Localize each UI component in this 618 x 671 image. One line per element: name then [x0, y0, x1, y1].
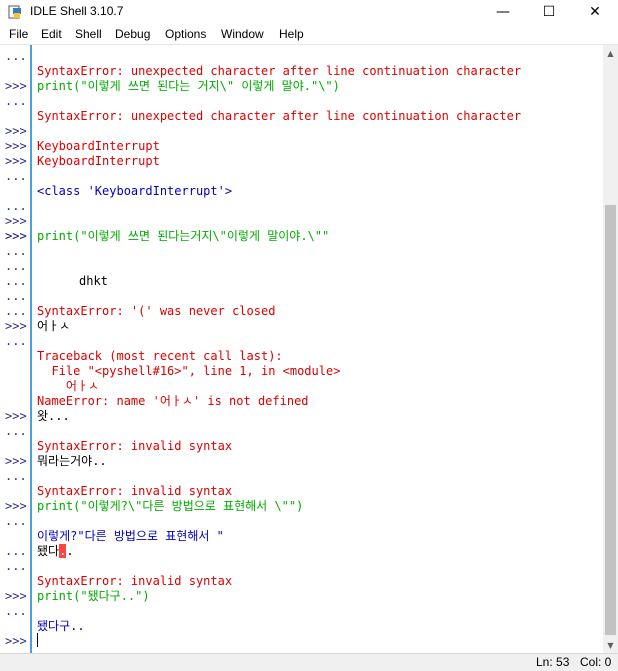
close-icon: ✕: [589, 4, 601, 20]
error-line: SyntaxError: unexpected character after …: [37, 109, 522, 123]
minimize-icon: —: [496, 4, 510, 20]
shell-prompt: >>>: [5, 499, 27, 513]
column-number: Col: 0: [580, 655, 612, 669]
shell-prompt: >>>: [5, 589, 27, 603]
error-line: KeyboardInterrupt: [37, 154, 160, 168]
continuation-prompt: ...: [5, 334, 27, 348]
continuation-prompt: ...: [5, 49, 27, 63]
continuation-prompt: ...: [5, 289, 27, 303]
shell-prompt: >>>: [5, 124, 27, 138]
menu-file[interactable]: File: [9, 27, 28, 41]
continuation-prompt: ...: [5, 559, 27, 573]
output-line: <class 'KeyboardInterrupt'>: [37, 184, 233, 198]
error-line: KeyboardInterrupt: [37, 139, 160, 153]
status-bar: Ln: 53 Col: 0: [0, 653, 618, 671]
menu-edit[interactable]: Edit: [41, 27, 62, 41]
maximize-icon: ☐: [542, 4, 556, 20]
shell-prompt: >>>: [5, 634, 27, 648]
input-line: dhkt: [79, 274, 108, 288]
continuation-prompt: ...: [5, 514, 27, 528]
continuation-prompt: ...: [5, 544, 27, 558]
input-text: .: [66, 544, 74, 558]
traceback-line: Traceback (most recent call last):: [37, 349, 283, 363]
continuation-prompt: ...: [5, 604, 27, 618]
shell-prompt: >>>: [5, 454, 27, 468]
scroll-down-arrow-icon[interactable]: ▼: [603, 637, 618, 653]
shell-prompt: >>>: [5, 139, 27, 153]
text-caret: [37, 633, 38, 647]
continuation-prompt: ...: [5, 274, 27, 288]
shell-prompt: >>>: [5, 154, 27, 168]
error-line: SyntaxError: invalid syntax: [37, 484, 233, 498]
menu-shell[interactable]: Shell: [75, 27, 102, 41]
continuation-prompt: ...: [5, 199, 27, 213]
window-title: IDLE Shell 3.10.7: [30, 4, 124, 18]
menu-window[interactable]: Window: [221, 27, 264, 41]
shell-prompt: >>>: [5, 79, 27, 93]
menu-bar: File Edit Shell Debug Options Window Hel…: [0, 24, 618, 45]
shell-text-area[interactable]: SyntaxError: unexpected character after …: [33, 45, 603, 653]
error-line: SyntaxError: invalid syntax: [37, 574, 233, 588]
output-line: 됐다구..: [37, 619, 85, 633]
input-line: print("됐다구.."): [37, 589, 150, 603]
continuation-prompt: ...: [5, 469, 27, 483]
shell-prompt: >>>: [5, 214, 27, 228]
input-text: 됐다: [37, 544, 60, 558]
error-line: SyntaxError: unexpected character after …: [37, 64, 522, 78]
input-line: 뭐라는거야..: [37, 454, 107, 468]
traceback-line: File "<pyshell#16>", line 1, in <module>: [37, 364, 341, 378]
continuation-prompt: ...: [5, 304, 27, 318]
continuation-prompt: ...: [5, 424, 27, 438]
continuation-prompt: ...: [5, 244, 27, 258]
shell-prompt: >>>: [5, 229, 27, 243]
shell-prompt: >>>: [5, 409, 27, 423]
continuation-prompt: ...: [5, 259, 27, 273]
vertical-scrollbar[interactable]: ▲ ▼: [603, 45, 618, 653]
prompt-gutter: ... >>> ... >>> >>> >>> ... ... >>> >>> …: [0, 45, 32, 653]
menu-debug[interactable]: Debug: [115, 27, 150, 41]
error-line: SyntaxError: '(' was never closed: [37, 304, 276, 318]
maximize-button[interactable]: ☐: [526, 0, 572, 24]
menu-options[interactable]: Options: [165, 27, 206, 41]
traceback-line: 어ㅏㅅ: [37, 379, 100, 393]
scroll-thumb[interactable]: [605, 205, 616, 635]
error-line: NameError: name '어ㅏㅅ' is not defined: [37, 394, 309, 408]
input-line: 어ㅏㅅ: [37, 319, 71, 333]
input-line: print("이렇게 쓰면 된다는거지\"이렇게 말이야.\"": [37, 229, 330, 243]
input-line: 왓...: [37, 409, 70, 423]
menu-help[interactable]: Help: [279, 27, 304, 41]
continuation-prompt: ...: [5, 94, 27, 108]
input-line: 됐다..: [37, 544, 74, 559]
scroll-up-arrow-icon[interactable]: ▲: [603, 45, 618, 61]
input-line: print("이렇게 쓰면 된다는 거지\" 이렇게 말야."\"): [37, 79, 340, 93]
error-line: SyntaxError: invalid syntax: [37, 439, 233, 453]
input-line: print("이렇게?\"다른 방법으로 표현해서 \""): [37, 499, 304, 513]
continuation-prompt: ...: [5, 169, 27, 183]
close-button[interactable]: ✕: [572, 0, 618, 24]
idle-app-icon: [8, 5, 21, 19]
line-number: Ln: 53: [536, 655, 570, 669]
shell-prompt: >>>: [5, 319, 27, 333]
title-bar: IDLE Shell 3.10.7 — ☐ ✕: [0, 0, 618, 24]
output-line: 이렇게?"다른 방법으로 표현해서 ": [37, 529, 224, 543]
minimize-button[interactable]: —: [480, 0, 526, 24]
